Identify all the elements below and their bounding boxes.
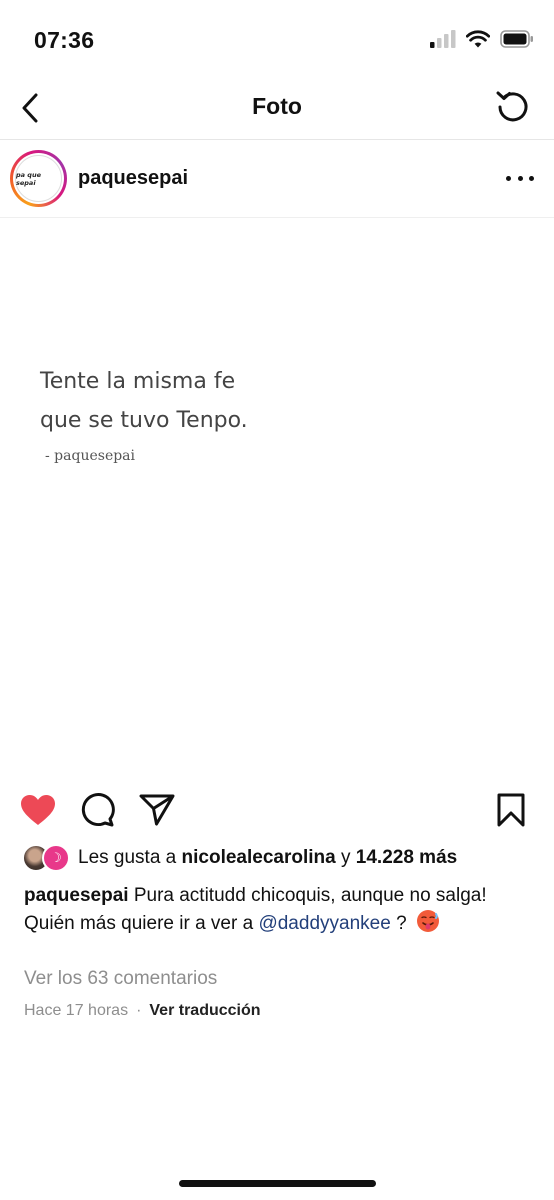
- like-button[interactable]: [18, 790, 58, 830]
- avatar: pa que sepai: [15, 155, 62, 202]
- likes-text: Les gusta a nicolealecarolina y 14.228 m…: [78, 847, 458, 868]
- home-indicator[interactable]: [179, 1180, 376, 1187]
- status-icons: [430, 30, 534, 48]
- translate-link[interactable]: Ver traducción: [149, 1002, 260, 1020]
- liker-avatars: ☽: [22, 844, 72, 872]
- post-caption: paquesepai Pura actitudd chicoquis, aunq…: [24, 882, 534, 937]
- caption-mention[interactable]: @daddyyankee: [258, 913, 390, 934]
- more-dots-icon: [506, 175, 511, 181]
- hot-face-emoji-icon: [416, 910, 439, 932]
- view-comments-link[interactable]: Ver los 63 comentarios: [24, 968, 217, 990]
- post-photo[interactable]: Tente la misma fe que se tuvo Tenpo. - p…: [0, 219, 554, 771]
- comment-button[interactable]: [77, 790, 117, 830]
- action-bar: [0, 786, 554, 834]
- meta-separator: ·: [136, 1002, 142, 1019]
- page-title: Foto: [252, 93, 302, 119]
- liker-avatar: ☽: [42, 844, 70, 872]
- liker-username[interactable]: nicolealecarolina: [182, 847, 336, 868]
- caption-text: Pura actitudd chicoquis, aunque no salga…: [133, 885, 487, 906]
- status-time: 07:36: [34, 27, 95, 53]
- likes-count[interactable]: 14.228 más: [356, 847, 457, 868]
- battery-icon: [500, 30, 533, 48]
- heart-icon: [21, 795, 55, 825]
- photo-text-line2: que se tuvo Tenpo.: [40, 408, 248, 433]
- avatar-logo-text: pa que sepai: [16, 170, 41, 187]
- refresh-icon: [496, 91, 528, 122]
- save-button[interactable]: [491, 790, 531, 830]
- story-ring[interactable]: pa que sepai: [10, 150, 67, 207]
- wifi-icon: [466, 30, 490, 48]
- photo-signature: - paquesepai: [45, 448, 136, 464]
- signal-icon: [430, 30, 456, 48]
- comment-icon: [81, 793, 115, 827]
- bookmark-icon: [497, 793, 525, 827]
- share-icon: [139, 794, 175, 826]
- caption-username[interactable]: paquesepai: [24, 885, 129, 906]
- post-meta: Hace 17 horas · Ver traducción: [24, 1002, 261, 1020]
- photo-text-line1: Tente la misma fe: [40, 369, 236, 394]
- refresh-button[interactable]: [492, 86, 534, 128]
- post-timestamp: Hace 17 horas: [24, 1002, 129, 1019]
- likes-row[interactable]: ☽ Les gusta a nicolealecarolina y 14.228…: [22, 844, 457, 872]
- status-bar: 07:36: [0, 0, 554, 78]
- nav-header: Foto: [0, 78, 554, 140]
- post-username[interactable]: paquesepai: [78, 167, 188, 190]
- more-options-button[interactable]: [506, 166, 534, 190]
- post-header: pa que sepai paquesepai: [0, 140, 554, 218]
- share-button[interactable]: [137, 790, 177, 830]
- caption-line2-end: ?: [396, 913, 407, 934]
- caption-line2: Quién más quiere ir a ver a: [24, 913, 254, 934]
